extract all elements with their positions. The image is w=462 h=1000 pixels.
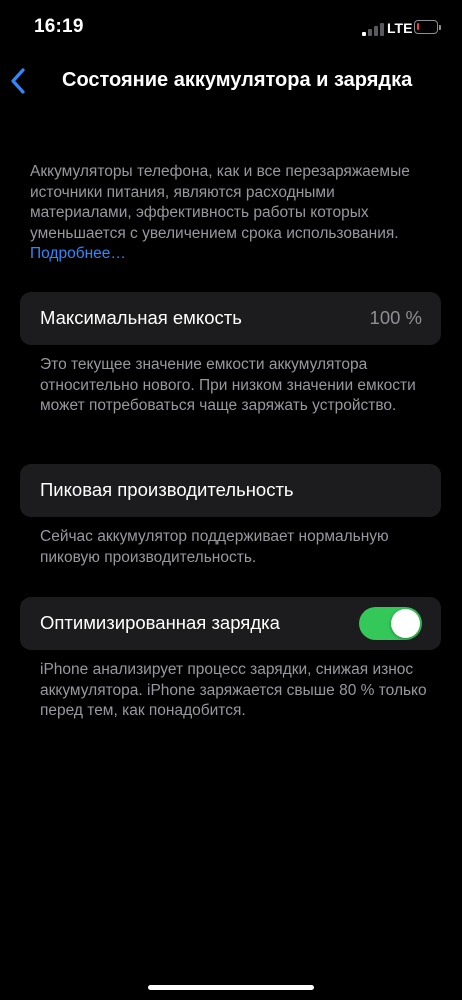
battery-icon xyxy=(414,20,441,34)
learn-more-link[interactable]: Подробнее… xyxy=(30,245,126,262)
optimized-charging-row: Оптимизированная зарядка xyxy=(20,597,441,650)
home-indicator[interactable] xyxy=(148,985,314,990)
peak-performance-label: Пиковая производительность xyxy=(40,479,294,500)
intro-text: Аккумуляторы телефона, как и все перезар… xyxy=(30,162,440,265)
peak-performance-footnote: Сейчас аккумулятор поддерживает нормальн… xyxy=(40,528,389,566)
max-capacity-value: 100 % xyxy=(369,307,422,328)
optimized-charging-footnote: iPhone анализирует процесс зарядки, сниж… xyxy=(40,661,427,719)
status-time: 16:19 xyxy=(34,16,84,37)
max-capacity-label: Максимальная емкость xyxy=(40,307,242,328)
status-bar: 16:19 LTE xyxy=(0,0,462,56)
cellular-signal-icon xyxy=(362,22,384,36)
battery-level xyxy=(417,23,419,30)
chevron-left-icon xyxy=(11,68,25,94)
back-button[interactable] xyxy=(8,66,32,96)
toggle-knob xyxy=(391,609,420,638)
optimized-charging-toggle[interactable] xyxy=(359,607,422,640)
max-capacity-footnote: Это текущее значение емкости аккумулятор… xyxy=(40,356,416,414)
optimized-charging-label: Оптимизированная зарядка xyxy=(40,612,280,633)
network-type: LTE xyxy=(387,20,413,36)
peak-performance-row: Пиковая производительность xyxy=(20,464,441,517)
navigation-bar: Состояние аккумулятора и зарядка xyxy=(0,56,462,106)
page-title: Состояние аккумулятора и зарядка xyxy=(62,69,413,91)
max-capacity-row: Максимальная емкость 100 % xyxy=(20,292,441,345)
intro-description: Аккумуляторы телефона, как и все перезар… xyxy=(30,163,410,242)
